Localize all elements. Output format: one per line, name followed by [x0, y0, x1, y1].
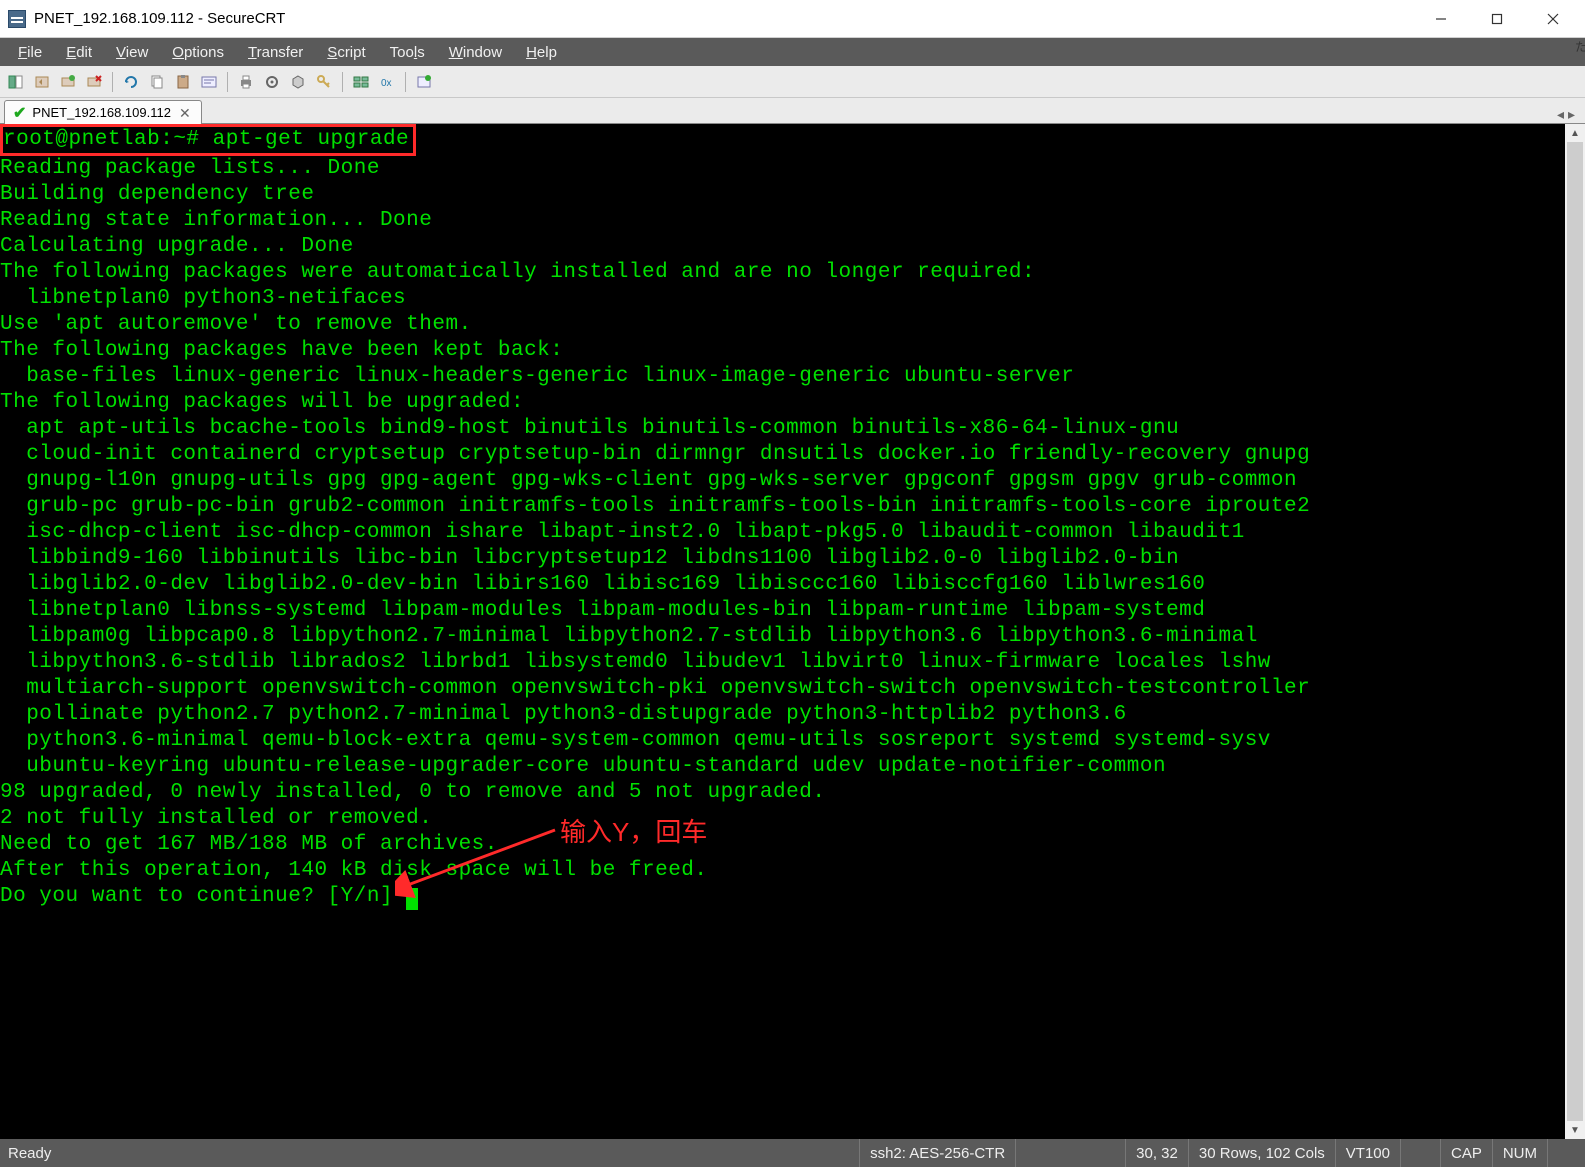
menu-view[interactable]: View [104, 38, 160, 66]
tab-close-icon[interactable]: ✕ [177, 106, 193, 120]
maximize-button[interactable] [1469, 0, 1525, 38]
toolbar-separator [112, 72, 113, 92]
toolbar-separator [342, 72, 343, 92]
copy-icon[interactable] [145, 70, 169, 94]
window-title: PNET_192.168.109.112 - SecureCRT [34, 10, 1413, 27]
terminal-wrap: root@pnetlab:~# apt-get upgrade Reading … [0, 124, 1585, 1139]
stray-mark: た [1575, 38, 1585, 50]
status-empty [1400, 1139, 1440, 1167]
paste-icon[interactable] [171, 70, 195, 94]
new-tab-icon[interactable] [412, 70, 436, 94]
scroll-down-icon[interactable]: ▼ [1565, 1121, 1585, 1139]
title-bar: PNET_192.168.109.112 - SecureCRT [0, 0, 1585, 38]
menu-script[interactable]: Script [315, 38, 377, 66]
status-ready: Ready [8, 1139, 61, 1167]
session-mgr-icon[interactable] [4, 70, 28, 94]
tab-overflow-icon[interactable]: ◂ ▸ [1551, 106, 1581, 123]
tab-label: PNET_192.168.109.112 [32, 105, 171, 120]
app-icon [8, 10, 26, 28]
menu-options[interactable]: Options [160, 38, 236, 66]
raw-log-icon[interactable] [286, 70, 310, 94]
menu-tools[interactable]: Tools [378, 38, 437, 66]
session-tab[interactable]: ✔ PNET_192.168.109.112 ✕ [4, 100, 202, 124]
status-bar: Ready ssh2: AES-256-CTR 30, 32 30 Rows, … [0, 1139, 1585, 1167]
status-caps: CAP [1440, 1139, 1492, 1167]
quick-connect-icon[interactable] [30, 70, 54, 94]
reconnect-icon[interactable] [119, 70, 143, 94]
hex-icon[interactable]: 0x [375, 70, 399, 94]
menu-window[interactable]: Window [437, 38, 514, 66]
sessions-icon[interactable] [349, 70, 373, 94]
status-num: NUM [1492, 1139, 1547, 1167]
find-icon[interactable] [197, 70, 221, 94]
toolbar: 0x [0, 66, 1585, 98]
menu-help[interactable]: Help [514, 38, 569, 66]
toolbar-separator [405, 72, 406, 92]
scroll-up-icon[interactable]: ▲ [1565, 124, 1585, 142]
menu-bar: File Edit View Options Transfer Script T… [0, 38, 1585, 66]
status-cipher: ssh2: AES-256-CTR [859, 1139, 1015, 1167]
tab-strip: ✔ PNET_192.168.109.112 ✕ ◂ ▸ [0, 98, 1585, 124]
terminal[interactable]: root@pnetlab:~# apt-get upgrade Reading … [0, 124, 1565, 1139]
menu-file[interactable]: File [6, 38, 54, 66]
terminal-cursor [406, 888, 418, 910]
settings-icon[interactable] [260, 70, 284, 94]
connect-icon[interactable] [56, 70, 80, 94]
key-icon[interactable] [312, 70, 336, 94]
menu-transfer[interactable]: Transfer [236, 38, 315, 66]
scroll-thumb[interactable] [1567, 142, 1583, 1121]
terminal-prompt-highlight: root@pnetlab:~# apt-get upgrade [0, 124, 416, 156]
status-empty [1547, 1139, 1577, 1167]
terminal-scrollbar[interactable]: ▲ ▼ [1565, 124, 1585, 1139]
terminal-line: Do you want to continue? [Y/n] [0, 885, 406, 908]
print-icon[interactable] [234, 70, 258, 94]
toolbar-separator [227, 72, 228, 92]
status-dimensions: 30 Rows, 102 Cols [1188, 1139, 1335, 1167]
minimize-button[interactable] [1413, 0, 1469, 38]
status-empty [1015, 1139, 1125, 1167]
menu-edit[interactable]: Edit [54, 38, 104, 66]
close-button[interactable] [1525, 0, 1581, 38]
svg-text:0x: 0x [381, 78, 392, 89]
connected-check-icon: ✔ [13, 103, 26, 123]
status-term-type: VT100 [1335, 1139, 1400, 1167]
status-cursor-pos: 30, 32 [1125, 1139, 1188, 1167]
disconnect-icon[interactable] [82, 70, 106, 94]
